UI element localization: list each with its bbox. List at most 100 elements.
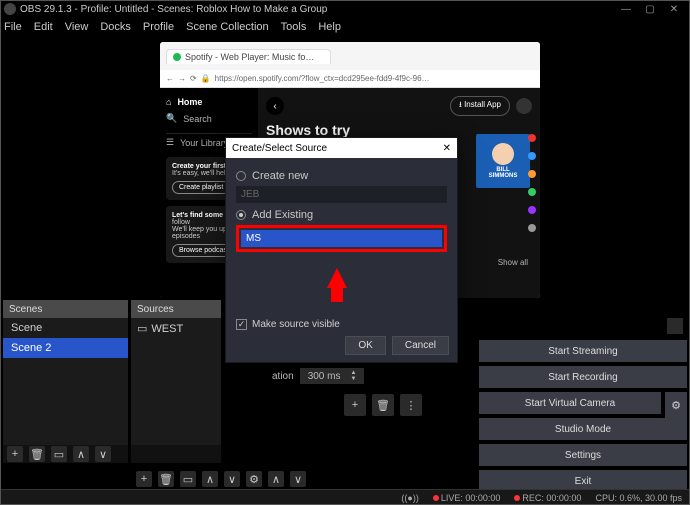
refresh-icon[interactable]: ⟳ <box>190 74 197 83</box>
library-icon: ☰ <box>166 137 174 148</box>
status-bar: ((●)) LIVE: 00:00:00 REC: 00:00:00 CPU: … <box>0 489 690 505</box>
settings-button[interactable]: Settings <box>479 444 687 466</box>
remove-scene-button[interactable]: 🗑 <box>29 446 45 462</box>
search-icon: 🔍 <box>166 113 177 124</box>
podcast-card[interactable]: BILL SIMMONS <box>476 134 530 188</box>
dialog-title: Create/Select Source <box>232 143 327 154</box>
source-down2-button[interactable]: ∨ <box>290 471 306 487</box>
dialog-title-bar: Create/Select Source ✕ <box>226 138 457 158</box>
controls-panel: Start Streaming Start Recording Start Vi… <box>479 318 687 496</box>
duration-label: ation <box>272 371 294 382</box>
studio-mode-button[interactable]: Studio Mode <box>479 418 687 440</box>
checkbox-icon: ✓ <box>236 319 247 330</box>
add-source-button[interactable]: + <box>136 471 152 487</box>
edge-icon[interactable] <box>528 134 536 142</box>
controls-dock-icon[interactable] <box>667 318 683 334</box>
browser-tab[interactable]: Spotify - Web Player: Music fo… <box>166 49 331 64</box>
nav-search[interactable]: 🔍Search <box>166 110 252 127</box>
edge-sidebar <box>526 134 538 232</box>
back-icon[interactable]: ← <box>166 74 174 83</box>
edge-icon[interactable] <box>528 206 536 214</box>
show-all-link[interactable]: Show all <box>498 258 528 267</box>
rec-status: REC: 00:00:00 <box>522 493 581 503</box>
scene-down-button[interactable]: ∨ <box>95 446 111 462</box>
existing-source-item[interactable]: MS <box>241 230 442 247</box>
scene-filter-button[interactable]: ▭ <box>51 446 67 462</box>
edge-icon[interactable] <box>528 170 536 178</box>
menu-tools[interactable]: Tools <box>281 21 307 33</box>
radio-add-existing[interactable]: Add Existing <box>236 209 447 221</box>
maximize-button[interactable]: ▢ <box>638 4 662 15</box>
cpu-status: CPU: 0.6%, 30.00 fps <box>595 493 682 503</box>
window-title: OBS 29.1.3 - Profile: Untitled - Scenes:… <box>20 4 327 15</box>
radio-create-new[interactable]: Create new <box>236 170 447 182</box>
live-indicator-icon <box>433 495 439 501</box>
podcast-art-icon <box>492 143 514 165</box>
menu-file[interactable]: File <box>4 21 22 33</box>
network-icon: ((●)) <box>401 493 418 503</box>
scenes-dock: Scenes Scene Scene 2 + 🗑 ▭ ∧ ∨ <box>3 300 128 463</box>
menu-help[interactable]: Help <box>318 21 341 33</box>
source-down-button[interactable]: ∨ <box>224 471 240 487</box>
vcam-settings-button[interactable]: ⚙ <box>665 392 687 418</box>
nav-home[interactable]: ⌂Home <box>166 94 252 110</box>
sources-dock: Sources ▭ WEST <box>131 300 221 463</box>
scene-up-button[interactable]: ∧ <box>73 446 89 462</box>
scenes-title: Scenes <box>3 300 128 318</box>
rec-indicator-icon <box>514 495 520 501</box>
scene-item[interactable]: Scene 2 <box>3 338 128 358</box>
home-icon: ⌂ <box>166 97 171 107</box>
forward-icon[interactable]: → <box>178 74 186 83</box>
edge-icon[interactable] <box>528 224 536 232</box>
download-icon: ⭳ <box>459 100 462 109</box>
dialog-close-button[interactable]: ✕ <box>443 143 451 154</box>
edge-icon[interactable] <box>528 188 536 196</box>
edge-icon[interactable] <box>528 152 536 160</box>
ok-button[interactable]: OK <box>345 336 385 355</box>
source-name-input[interactable]: JEB <box>236 186 447 203</box>
source-item[interactable]: ▭ WEST <box>131 318 221 339</box>
menu-edit[interactable]: Edit <box>34 21 53 33</box>
live-status: LIVE: 00:00:00 <box>441 493 501 503</box>
scene-item[interactable]: Scene <box>3 318 128 338</box>
radio-icon <box>236 171 246 181</box>
menu-profile[interactable]: Profile <box>143 21 174 33</box>
remove-transition-button[interactable]: 🗑 <box>372 394 394 416</box>
remove-source-button[interactable]: 🗑 <box>158 471 174 487</box>
source-properties-button[interactable]: ▭ <box>180 471 196 487</box>
add-transition-button[interactable]: + <box>344 394 366 416</box>
user-avatar[interactable] <box>516 98 532 114</box>
address-bar[interactable]: ← → ⟳ 🔒 https://open.spotify.com/?flow_c… <box>160 70 540 88</box>
menu-view[interactable]: View <box>65 21 89 33</box>
source-up-button[interactable]: ∧ <box>202 471 218 487</box>
duration-input[interactable]: 300 ms ▲▼ <box>300 368 365 384</box>
source-settings-button[interactable]: ⚙ <box>246 471 262 487</box>
transition-menu-button[interactable]: ⋮ <box>400 394 422 416</box>
install-app-button[interactable]: ⭳ Install App <box>450 96 510 116</box>
sources-title: Sources <box>131 300 221 318</box>
create-select-source-dialog: Create/Select Source ✕ Create new JEB Ad… <box>225 137 458 363</box>
spin-down-icon[interactable]: ▼ <box>350 376 356 382</box>
window-capture-icon: ▭ <box>137 322 147 335</box>
existing-sources-list: MS <box>236 225 447 252</box>
scenes-list: Scene Scene 2 <box>3 318 128 445</box>
cancel-button[interactable]: Cancel <box>392 336 449 355</box>
create-playlist-button[interactable]: Create playlist <box>172 181 230 194</box>
annotation-arrow-icon <box>331 284 343 302</box>
start-streaming-button[interactable]: Start Streaming <box>479 340 687 362</box>
sp-back-icon[interactable]: ‹ <box>266 97 284 115</box>
transition-panel: ation 300 ms ▲▼ + 🗑 ⋮ <box>272 368 422 416</box>
add-scene-button[interactable]: + <box>7 446 23 462</box>
make-visible-checkbox[interactable]: ✓ Make source visible <box>236 319 340 330</box>
start-recording-button[interactable]: Start Recording <box>479 366 687 388</box>
radio-icon <box>236 210 246 220</box>
menu-bar: File Edit View Docks Profile Scene Colle… <box>0 18 690 36</box>
menu-docks[interactable]: Docks <box>100 21 131 33</box>
start-virtual-camera-button[interactable]: Start Virtual Camera <box>479 392 661 414</box>
url-text: https://open.spotify.com/?flow_ctx=dcd29… <box>215 74 534 83</box>
browser-tab-strip: Spotify - Web Player: Music fo… <box>160 42 540 70</box>
menu-scene-collection[interactable]: Scene Collection <box>186 21 269 33</box>
minimize-button[interactable]: — <box>614 4 638 15</box>
source-up2-button[interactable]: ∧ <box>268 471 284 487</box>
close-button[interactable]: ✕ <box>662 4 686 15</box>
